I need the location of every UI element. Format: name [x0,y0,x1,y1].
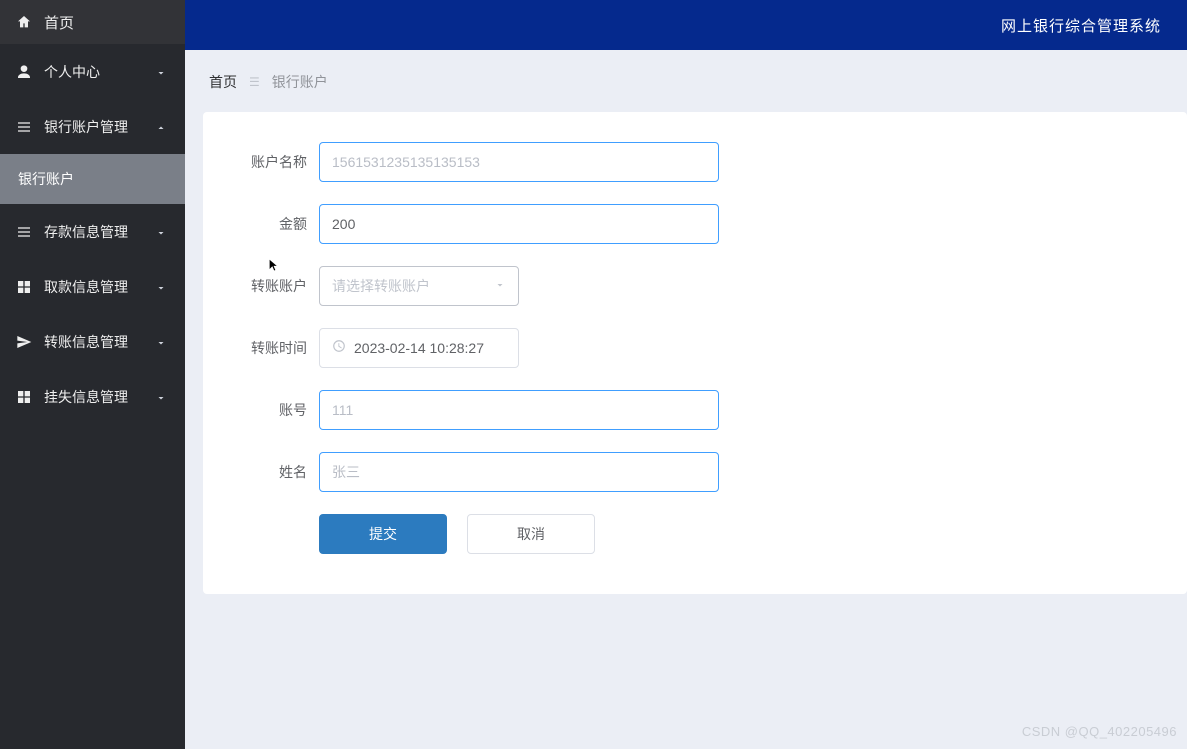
chevron-down-icon [494,267,506,305]
label-transfer-account: 转账账户 [227,276,319,296]
select-placeholder: 请选择转账账户 [332,267,430,305]
submit-button[interactable]: 提交 [319,514,447,554]
clock-icon [332,329,346,367]
main: 网上银行综合管理系统 首页 ☰ 银行账户 账户名称 金额 [185,0,1187,749]
chevron-down-icon [155,226,167,238]
sidebar-item-personal[interactable]: 个人中心 [0,44,185,99]
chevron-up-icon [155,121,167,133]
breadcrumb-home[interactable]: 首页 [209,72,237,92]
label-account-no: 账号 [227,400,319,420]
content: 首页 ☰ 银行账户 账户名称 金额 转账账 [185,50,1187,749]
sidebar-item-loss-mgmt[interactable]: 挂失信息管理 [0,369,185,424]
input-account-name[interactable] [319,142,719,182]
sidebar-item-label: 挂失信息管理 [44,387,128,407]
sidebar-home[interactable]: 首页 [0,0,185,44]
list-icon [16,119,32,135]
form-card: 账户名称 金额 转账账户 请选择转账账户 [203,112,1187,594]
form-row-account-name: 账户名称 [227,142,1163,182]
breadcrumb: 首页 ☰ 银行账户 [185,50,1187,112]
sidebar-item-withdrawal-mgmt[interactable]: 取款信息管理 [0,259,185,314]
sidebar-item-transfer-mgmt[interactable]: 转账信息管理 [0,314,185,369]
sidebar-item-label: 转账信息管理 [44,332,128,352]
chevron-down-icon [155,281,167,293]
chevron-down-icon [155,336,167,348]
topbar: 网上银行综合管理系统 [185,0,1187,50]
app-title: 网上银行综合管理系统 [1001,15,1161,36]
breadcrumb-current: 银行账户 [272,72,328,92]
breadcrumb-sep-icon: ☰ [249,75,260,89]
form-buttons: 提交 取消 [319,514,1163,554]
sidebar-subitem-bank-account[interactable]: 银行账户 [0,154,185,204]
form-row-transfer-time: 转账时间 2023-02-14 10:28:27 [227,328,1163,368]
sidebar-item-label: 个人中心 [44,62,100,82]
form-row-account-no: 账号 [227,390,1163,430]
list-icon [16,224,32,240]
form-row-transfer-account: 转账账户 请选择转账账户 [227,266,1163,306]
label-name: 姓名 [227,462,319,482]
label-transfer-time: 转账时间 [227,338,319,358]
sidebar-item-label: 取款信息管理 [44,277,128,297]
sidebar-item-bank-account-mgmt[interactable]: 银行账户管理 [0,99,185,154]
input-account-no[interactable] [319,390,719,430]
label-account-name: 账户名称 [227,152,319,172]
chevron-down-icon [155,66,167,78]
watermark: CSDN @QQ_402205496 [1022,724,1177,739]
datetime-value: 2023-02-14 10:28:27 [354,329,484,367]
sidebar-home-label: 首页 [44,12,74,33]
sidebar-item-label: 银行账户管理 [44,117,128,137]
datetime-transfer-time[interactable]: 2023-02-14 10:28:27 [319,328,519,368]
grid-icon [16,389,32,405]
form-row-amount: 金额 [227,204,1163,244]
label-amount: 金额 [227,214,319,234]
input-name[interactable] [319,452,719,492]
user-icon [16,64,32,80]
sidebar: 首页 个人中心 银行账户管理 银行账户 [0,0,185,749]
chevron-down-icon [155,391,167,403]
sidebar-item-label: 存款信息管理 [44,222,128,242]
sidebar-item-deposit-mgmt[interactable]: 存款信息管理 [0,204,185,259]
form-row-name: 姓名 [227,452,1163,492]
sidebar-subitem-label: 银行账户 [18,169,74,189]
home-icon [16,14,32,30]
send-icon [16,334,32,350]
grid-icon [16,279,32,295]
select-transfer-account[interactable]: 请选择转账账户 [319,266,519,306]
cancel-button[interactable]: 取消 [467,514,595,554]
input-amount[interactable] [319,204,719,244]
